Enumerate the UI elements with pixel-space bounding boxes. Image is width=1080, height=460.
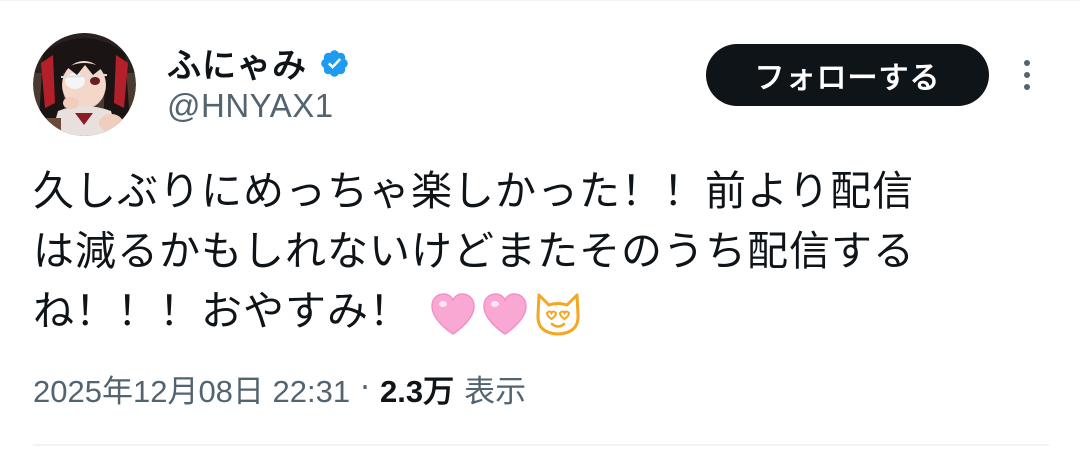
- display-name[interactable]: ふにゃみ: [167, 38, 307, 87]
- follow-button[interactable]: フォローする: [706, 44, 989, 106]
- views-label: 表示: [464, 373, 527, 410]
- more-options-button[interactable]: [1012, 56, 1042, 96]
- meta-separator: ·: [360, 370, 370, 406]
- pink-heart-icon: [483, 293, 527, 335]
- more-vertical-icon: [1024, 60, 1030, 90]
- views-count[interactable]: 2.3万: [380, 366, 454, 411]
- tweet-text-line: ね！！！おやすみ！: [33, 281, 1048, 341]
- pink-heart-icon: [431, 293, 475, 335]
- tweet-text: 久しぶりにめっちゃ楽しかった！！前より配信 は減るかもしれないけどまたそのうち配…: [33, 161, 1048, 341]
- timestamp-link[interactable]: 2025年12月08日 22:31: [33, 366, 350, 411]
- tweet-text-line-content: ね！！！おやすみ！: [33, 287, 411, 335]
- author-name-row: ふにゃみ: [167, 38, 350, 87]
- verified-badge-icon: [321, 49, 348, 77]
- divider: [33, 444, 1049, 446]
- tweet-card: ふにゃみ @HNYAX1 フォローする 久しぶりにめっちゃ楽しかった！！前より配…: [0, 0, 1080, 460]
- heart-eyes-cat-icon: [536, 293, 580, 336]
- tweet-meta: 2025年12月08日 22:31 · 2.3万 表示: [33, 363, 526, 413]
- tweet-text-line: 久しぶりにめっちゃ楽しかった！！前より配信: [33, 167, 915, 215]
- anime-girl-avatar-icon: [33, 33, 136, 136]
- avatar[interactable]: [33, 33, 136, 136]
- emoji-group: [429, 284, 583, 344]
- tweet-text-line: は減るかもしれないけどまたそのうち配信する: [33, 227, 915, 275]
- author-handle[interactable]: @HNYAX1: [167, 87, 334, 125]
